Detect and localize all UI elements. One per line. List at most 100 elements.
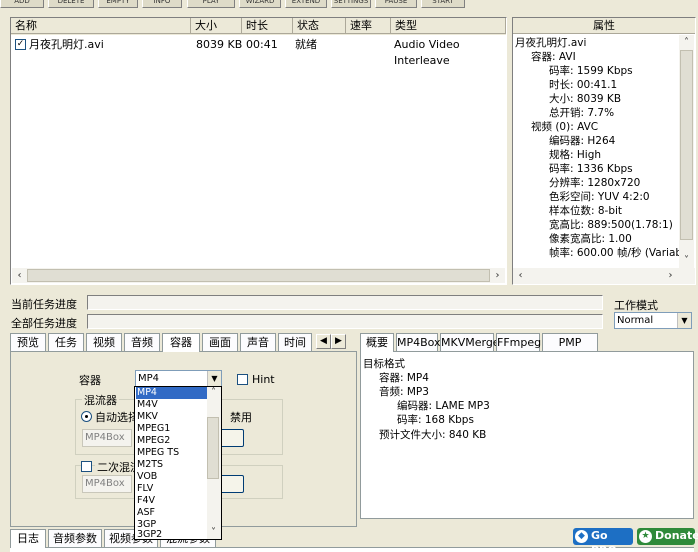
prop-overhead[interactable]: 总开销: 7.7% [549,106,614,120]
prop-bitdepth[interactable]: 样本位数: 8-bit [549,204,622,218]
option-vob[interactable]: VOB [136,471,207,483]
property-vscroll[interactable]: ˄ ˅ [679,35,694,268]
prop-container[interactable]: 容器: AVI [531,50,576,64]
dropdown-scroll-up-icon[interactable]: ˄ [207,387,220,399]
option-mpeg2[interactable]: MPEG2 [136,435,207,447]
option-asf[interactable]: ASF [136,507,207,519]
summary-file-size[interactable]: 预计文件大小: 840 KB [379,427,486,442]
prop-framerate[interactable]: 帧率: 600.00 帧/秒 (Variable) [549,246,679,260]
prop-aspect[interactable]: 宽高比: 889:500(1.78:1) [549,218,673,232]
tab-ffmpeg[interactable]: FFmpeg [496,333,541,351]
summary-bitrate[interactable]: 码率: 168 Kbps [397,412,474,427]
prop-profile[interactable]: 规格: High [549,148,601,162]
scroll-left-icon[interactable]: ‹ [12,268,27,283]
tab-log[interactable]: 日志 [10,529,46,548]
prop-pixel-aspect[interactable]: 像素宽高比: 1.00 [549,232,632,246]
container-select[interactable]: MP4 ▼ [135,370,222,387]
option-m4v[interactable]: M4V [136,399,207,411]
hint-checkbox[interactable] [237,374,248,385]
scroll-up-icon[interactable]: ˄ [679,35,694,50]
container-dropdown-icon[interactable]: ▼ [207,371,221,386]
scroll-down-icon[interactable]: ˅ [679,253,694,268]
pause-button[interactable]: PAUSE [375,0,417,8]
prop-video-bitrate[interactable]: 码率: 1336 Kbps [549,162,633,176]
tab-mkvmerge[interactable]: MKVMerge [440,333,500,351]
wizard-button[interactable]: WIZARD [239,0,281,8]
second-muxer-input[interactable]: MP4Box [82,475,132,493]
file-row-checkbox[interactable]: ✓ [15,39,26,50]
start-button[interactable]: START [421,0,465,8]
add-button[interactable]: ADD [0,0,44,8]
scroll-right-icon[interactable]: › [490,268,505,283]
tab-audio[interactable]: 音频 [124,333,160,351]
empty-button[interactable]: EMPTY [98,0,138,8]
summary-encoder[interactable]: 编码器: LAME MP3 [397,398,490,413]
tab-summary[interactable]: 概要 [360,333,394,352]
column-size[interactable]: 大小 [191,18,242,34]
play-button[interactable]: PLAY [187,0,235,8]
column-rate[interactable]: 速率 [346,18,391,34]
current-progress-bar [87,295,603,310]
prop-duration[interactable]: 时长: 00:41.1 [549,78,617,92]
vscroll-thumb[interactable] [680,50,693,240]
tab-pmp-muxer[interactable]: PMP Muxer [542,333,598,366]
summary-audio[interactable]: 音频: MP3 [379,384,429,399]
tab-picture[interactable]: 画面 [202,333,238,351]
prop-resolution[interactable]: 分辨率: 1280x720 [549,176,640,190]
prop-scroll-right-icon[interactable]: › [663,268,678,283]
dropdown-scrollbar[interactable]: ˄ ˅ [207,387,221,539]
file-row[interactable]: ✓ 月夜孔明灯.avi 8039 KB 00:41 就绪 Audio Video… [13,37,504,67]
prop-bitrate[interactable]: 码率: 1599 Kbps [549,64,633,78]
option-m2ts[interactable]: M2TS [136,459,207,471]
donate-label: Donate [655,529,698,542]
tab-time[interactable]: 时间 [278,333,312,351]
prop-scroll-left-icon[interactable]: ‹ [513,268,528,283]
property-panel[interactable]: 属性 月夜孔明灯.avi 容器: AVI 码率: 1599 Kbps 时长: 0… [512,17,696,285]
tab-video[interactable]: 视频 [86,333,122,351]
container-dropdown-list[interactable]: MP4 M4V MKV MPEG1 MPEG2 MPEG TS M2TS VOB… [134,386,222,540]
prop-size[interactable]: 大小: 8039 KB [549,92,621,106]
property-hscroll[interactable]: ‹ › [513,268,695,284]
tab-audio-params[interactable]: 音频参数 [48,529,102,547]
column-duration[interactable]: 时长 [242,18,293,34]
prop-encoder[interactable]: 编码器: H264 [549,134,615,148]
tab-sound[interactable]: 声音 [240,333,276,351]
tab-scroll-left-icon[interactable]: ◀ [316,334,331,349]
tab-task[interactable]: 任务 [48,333,84,351]
column-type[interactable]: 类型 [391,18,506,34]
dropdown-scroll-down-icon[interactable]: ˅ [207,527,220,539]
tab-scroll-right-icon[interactable]: ▶ [331,334,346,349]
settings-button[interactable]: SETTINGS [331,0,371,8]
option-mp4[interactable]: MP4 [136,387,207,399]
muxer-input[interactable]: MP4Box [82,429,132,447]
hscroll-thumb[interactable] [27,269,490,282]
file-list[interactable]: 名称 大小 时长 状态 速率 类型 ✓ 月夜孔明灯.avi 8039 KB 00… [10,17,507,285]
tab-preview[interactable]: 预览 [10,333,46,351]
option-mpeg-ts[interactable]: MPEG TS [136,447,207,459]
tab-container[interactable]: 容器 [162,333,200,352]
donate-button[interactable]: ★ Donate [637,528,698,545]
second-mux-checkbox[interactable] [81,461,92,472]
column-name[interactable]: 名称 [11,18,191,34]
tab-mp4box[interactable]: MP4Box [396,333,441,351]
info-button[interactable]: INFO [142,0,182,8]
prop-colorspace[interactable]: 色彩空间: YUV 4:2:0 [549,190,650,204]
file-list-hscroll[interactable]: ‹ › [12,268,505,283]
go-pro-button[interactable]: ◆ Go PRO [573,528,633,552]
summary-target[interactable]: 目标格式 [363,356,405,371]
delete-button[interactable]: DELETE [48,0,94,8]
auto-select-radio[interactable] [81,411,92,422]
work-mode-select[interactable]: Normal ▼ [614,312,692,329]
option-f4v[interactable]: F4V [136,495,207,507]
prop-video[interactable]: 视频 (0): AVC [531,120,598,134]
option-3gp2[interactable]: 3GP2 [136,529,207,539]
option-mkv[interactable]: MKV [136,411,207,423]
column-status[interactable]: 状态 [293,18,346,34]
extend-button[interactable]: EXTEND [285,0,327,8]
dropdown-scroll-thumb[interactable] [207,417,219,479]
summary-container[interactable]: 容器: MP4 [379,370,429,385]
chevron-down-icon[interactable]: ▼ [677,313,691,328]
option-flv[interactable]: FLV [136,483,207,495]
option-mpeg1[interactable]: MPEG1 [136,423,207,435]
prop-file[interactable]: 月夜孔明灯.avi [515,36,586,50]
